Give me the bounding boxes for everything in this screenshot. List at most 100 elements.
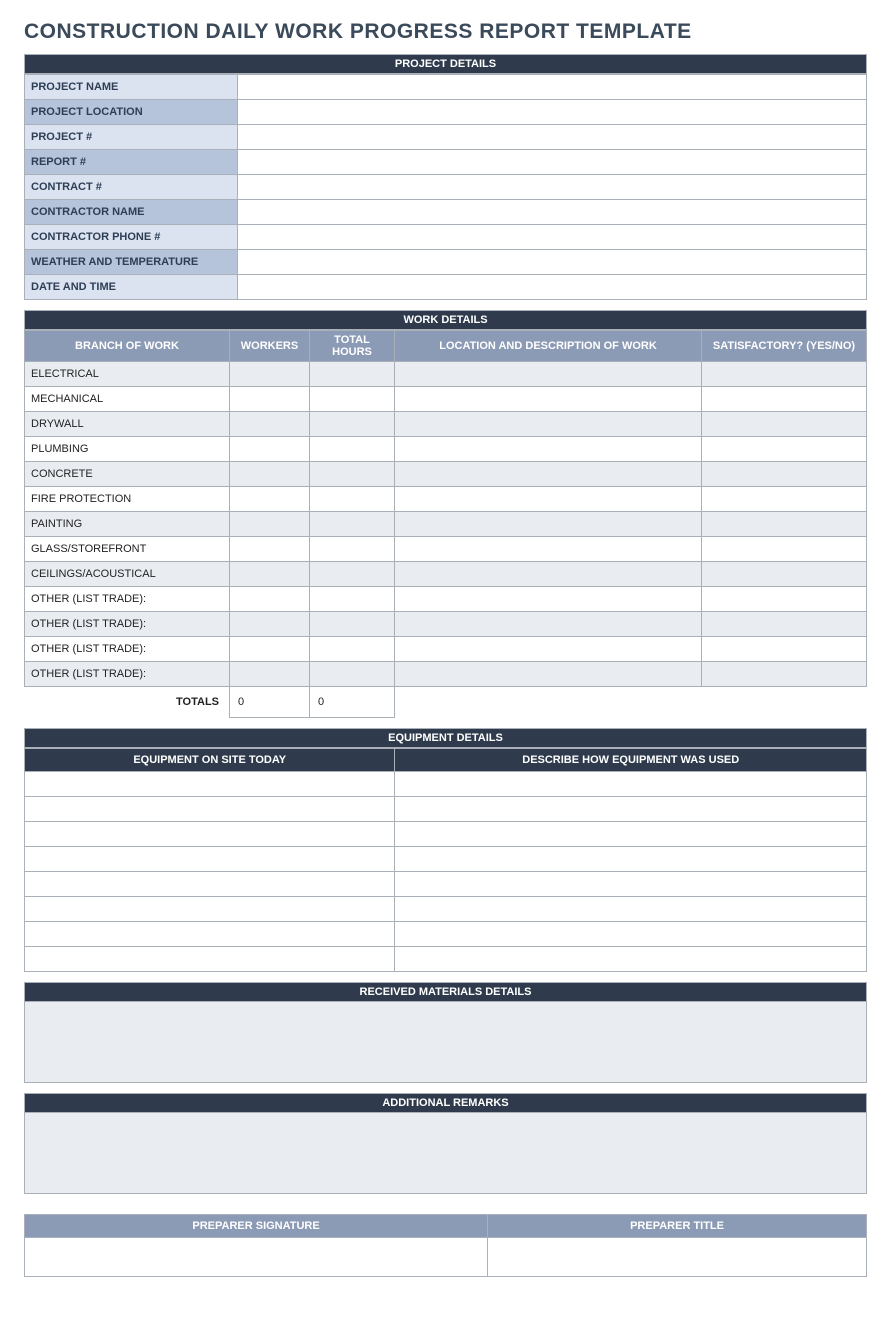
equipment-cell-on_site[interactable] [25, 797, 395, 822]
equipment-cell-usage[interactable] [395, 947, 867, 972]
equipment-row [25, 847, 867, 872]
equipment-cell-on_site[interactable] [25, 947, 395, 972]
work-cell-workers[interactable] [230, 412, 310, 437]
preparer-title-field[interactable] [488, 1238, 867, 1277]
project-row-value[interactable] [238, 225, 867, 250]
project-row-label: CONTRACTOR PHONE # [25, 225, 238, 250]
work-cell-satisfactory[interactable] [702, 512, 867, 537]
work-cell-satisfactory[interactable] [702, 562, 867, 587]
work-cell-total_hours[interactable] [310, 562, 395, 587]
work-cell-total_hours[interactable] [310, 637, 395, 662]
work-cell-total_hours[interactable] [310, 512, 395, 537]
work-cell-workers[interactable] [230, 587, 310, 612]
work-cell-branch: CONCRETE [25, 462, 230, 487]
work-cell-location_desc[interactable] [395, 487, 702, 512]
equipment-cell-on_site[interactable] [25, 897, 395, 922]
equipment-cell-on_site[interactable] [25, 847, 395, 872]
totals-workers[interactable]: 0 [230, 687, 310, 718]
project-row-label: PROJECT # [25, 125, 238, 150]
equipment-row [25, 797, 867, 822]
equipment-cell-usage[interactable] [395, 772, 867, 797]
project-row-label: WEATHER AND TEMPERATURE [25, 250, 238, 275]
col-equip-usage: DESCRIBE HOW EQUIPMENT WAS USED [395, 749, 867, 772]
equipment-cell-on_site[interactable] [25, 872, 395, 897]
project-row-value[interactable] [238, 250, 867, 275]
work-cell-workers[interactable] [230, 562, 310, 587]
equipment-cell-usage[interactable] [395, 872, 867, 897]
materials-header: RECEIVED MATERIALS DETAILS [24, 982, 867, 1002]
project-row-value[interactable] [238, 125, 867, 150]
work-cell-location_desc[interactable] [395, 412, 702, 437]
work-cell-workers[interactable] [230, 487, 310, 512]
work-cell-workers[interactable] [230, 512, 310, 537]
work-cell-satisfactory[interactable] [702, 487, 867, 512]
work-cell-location_desc[interactable] [395, 462, 702, 487]
work-cell-location_desc[interactable] [395, 512, 702, 537]
work-cell-total_hours[interactable] [310, 412, 395, 437]
work-cell-workers[interactable] [230, 637, 310, 662]
work-cell-workers[interactable] [230, 462, 310, 487]
work-cell-workers[interactable] [230, 362, 310, 387]
equipment-row [25, 897, 867, 922]
equipment-cell-usage[interactable] [395, 822, 867, 847]
work-cell-satisfactory[interactable] [702, 462, 867, 487]
equipment-cell-on_site[interactable] [25, 822, 395, 847]
work-row: FIRE PROTECTION [25, 487, 867, 512]
work-cell-location_desc[interactable] [395, 362, 702, 387]
equipment-cell-usage[interactable] [395, 922, 867, 947]
materials-content[interactable] [24, 1002, 867, 1083]
project-row-value[interactable] [238, 150, 867, 175]
work-cell-total_hours[interactable] [310, 487, 395, 512]
work-cell-location_desc[interactable] [395, 387, 702, 412]
work-cell-location_desc[interactable] [395, 562, 702, 587]
work-cell-workers[interactable] [230, 537, 310, 562]
work-cell-satisfactory[interactable] [702, 387, 867, 412]
work-cell-satisfactory[interactable] [702, 612, 867, 637]
project-row-value[interactable] [238, 100, 867, 125]
work-cell-satisfactory[interactable] [702, 662, 867, 687]
equipment-row [25, 947, 867, 972]
col-preparer-title: PREPARER TITLE [488, 1215, 867, 1238]
work-cell-location_desc[interactable] [395, 612, 702, 637]
work-cell-workers[interactable] [230, 437, 310, 462]
project-row-value[interactable] [238, 200, 867, 225]
page-title: CONSTRUCTION DAILY WORK PROGRESS REPORT … [24, 20, 867, 44]
work-cell-total_hours[interactable] [310, 662, 395, 687]
work-cell-workers[interactable] [230, 662, 310, 687]
project-row-value[interactable] [238, 275, 867, 300]
preparer-signature-field[interactable] [25, 1238, 488, 1277]
work-cell-location_desc[interactable] [395, 587, 702, 612]
work-cell-location_desc[interactable] [395, 437, 702, 462]
work-cell-satisfactory[interactable] [702, 412, 867, 437]
work-row: CEILINGS/ACOUSTICAL [25, 562, 867, 587]
work-cell-total_hours[interactable] [310, 612, 395, 637]
work-cell-satisfactory[interactable] [702, 537, 867, 562]
work-cell-total_hours[interactable] [310, 387, 395, 412]
project-row-label: PROJECT NAME [25, 75, 238, 100]
totals-hours[interactable]: 0 [310, 687, 395, 718]
work-cell-location_desc[interactable] [395, 537, 702, 562]
equipment-cell-usage[interactable] [395, 847, 867, 872]
equipment-cell-usage[interactable] [395, 797, 867, 822]
work-cell-total_hours[interactable] [310, 537, 395, 562]
equipment-cell-on_site[interactable] [25, 772, 395, 797]
equipment-cell-usage[interactable] [395, 897, 867, 922]
work-cell-location_desc[interactable] [395, 662, 702, 687]
remarks-content[interactable] [24, 1113, 867, 1194]
work-cell-satisfactory[interactable] [702, 437, 867, 462]
work-cell-workers[interactable] [230, 387, 310, 412]
work-cell-total_hours[interactable] [310, 437, 395, 462]
work-row: ELECTRICAL [25, 362, 867, 387]
work-cell-total_hours[interactable] [310, 587, 395, 612]
project-row-value[interactable] [238, 75, 867, 100]
work-cell-location_desc[interactable] [395, 637, 702, 662]
work-cell-satisfactory[interactable] [702, 587, 867, 612]
work-cell-total_hours[interactable] [310, 462, 395, 487]
work-cell-workers[interactable] [230, 612, 310, 637]
work-cell-satisfactory[interactable] [702, 362, 867, 387]
project-row-value[interactable] [238, 175, 867, 200]
project-row-label: PROJECT LOCATION [25, 100, 238, 125]
equipment-cell-on_site[interactable] [25, 922, 395, 947]
work-cell-total_hours[interactable] [310, 362, 395, 387]
work-cell-satisfactory[interactable] [702, 637, 867, 662]
